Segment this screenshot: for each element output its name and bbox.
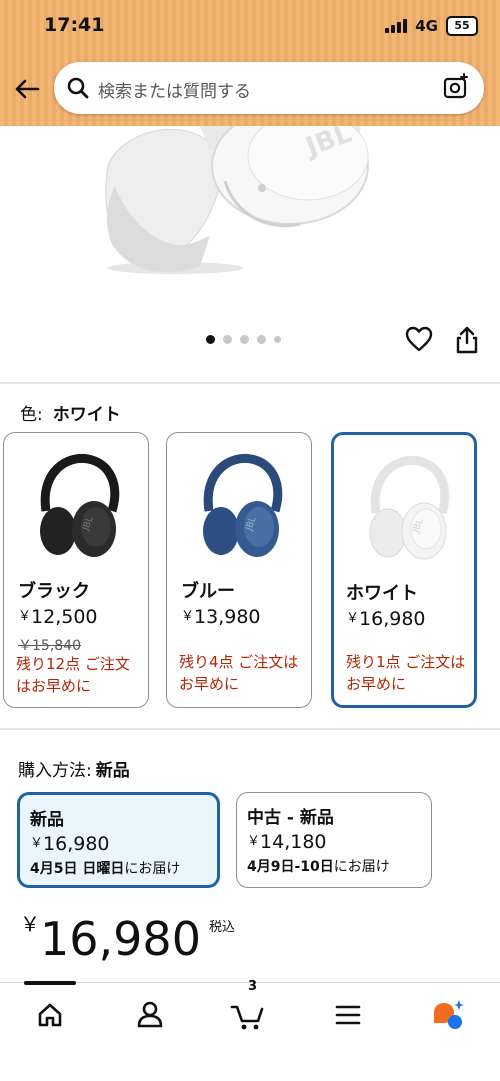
currency-symbol: ￥: [181, 609, 195, 624]
color-option-name: ブルー: [181, 581, 235, 602]
color-option-white[interactable]: JBL ホワイト ￥16,980 残り1点 ご注文はお早めに: [331, 432, 477, 708]
price-value: 16,980: [43, 833, 110, 855]
option-title: 新品: [30, 810, 64, 830]
carousel-dot: [274, 336, 281, 343]
currency-symbol: ￥: [30, 836, 44, 851]
tax-label: 税込: [208, 920, 235, 935]
camera-search-icon[interactable]: [442, 73, 470, 101]
option-price: ￥14,180: [247, 830, 327, 853]
cart-count: 3: [248, 979, 258, 994]
rufus-assistant-icon[interactable]: [428, 995, 468, 1035]
price-value: 16,980: [359, 608, 426, 630]
section-divider: [0, 728, 500, 730]
purchase-option-used[interactable]: 中古 - 新品 ￥14,180 4月9日-10日にお届け: [236, 792, 432, 888]
search-icon: [67, 77, 89, 99]
color-option-price: ￥12,500: [18, 605, 98, 628]
price-value: 13,980: [194, 606, 261, 628]
option-delivery: 4月5日 日曜日にお届け: [30, 858, 180, 878]
color-option-name: ブラック: [18, 581, 90, 602]
cart-icon[interactable]: [228, 995, 268, 1035]
delivery-date: 4月9日-10日: [247, 859, 334, 875]
active-tab-indicator: [24, 981, 76, 985]
share-icon[interactable]: [455, 326, 479, 354]
headphones-black-image: JBL: [40, 453, 120, 557]
delivery-suffix: にお届け: [333, 859, 390, 875]
currency-symbol: ￥: [20, 912, 40, 936]
currency-symbol: ￥: [346, 611, 360, 626]
purchase-method-label: 購入方法: 新品: [18, 756, 130, 781]
purchase-option-new[interactable]: 新品 ￥16,980 4月5日 日曜日にお届け: [17, 792, 220, 888]
color-option-name: ホワイト: [346, 583, 418, 604]
color-selected-value: ホワイト: [52, 405, 121, 425]
currency-symbol: ￥: [247, 834, 261, 849]
status-time: 17:41: [44, 14, 105, 36]
currency-symbol: ￥: [18, 609, 32, 624]
color-label: 色:: [20, 405, 43, 425]
search-input[interactable]: 検索または質問する: [54, 62, 484, 114]
carousel-dot: [257, 335, 266, 344]
battery-icon: 55: [446, 16, 478, 36]
color-option-price: ￥16,980: [346, 607, 426, 630]
option-price: ￥16,980: [30, 832, 110, 855]
carousel-indicator: [206, 335, 281, 344]
option-title: 中古 - 新品: [247, 808, 334, 828]
purchase-selected-value: 新品: [95, 761, 130, 781]
bottom-navigation: 3: [0, 979, 500, 1081]
stock-warning: 残り12点 ご注文はお早めに: [16, 655, 130, 695]
color-selector-label: 色: ホワイト: [20, 400, 121, 425]
stock-warning: 残り4点 ご注文はお早めに: [179, 653, 299, 693]
carousel-dot: [206, 335, 215, 344]
stock-warning: 残り1点 ご注文はお早めに: [346, 653, 466, 693]
option-delivery: 4月9日-10日にお届け: [247, 856, 390, 876]
product-price: ￥16,980 税込: [20, 908, 235, 966]
color-option-black[interactable]: JBL ブラック ￥12,500 ￥15,840 残り12点 ご注文はお早めに: [3, 432, 149, 708]
color-option-blue[interactable]: JBL ブルー ￥13,980 残り4点 ご注文はお早めに: [166, 432, 312, 708]
delivery-date: 4月5日 日曜日: [30, 861, 125, 877]
signal-icon: [385, 19, 408, 33]
purchase-label-text: 購入方法:: [18, 761, 92, 781]
status-indicators: 4G 55: [385, 16, 478, 36]
price-value: 12,500: [31, 606, 98, 628]
back-arrow-icon[interactable]: [12, 74, 42, 104]
list-price: ￥15,840: [18, 638, 81, 654]
color-option-price: ￥13,980: [181, 605, 261, 628]
heart-icon[interactable]: [405, 326, 433, 352]
menu-icon[interactable]: [328, 995, 368, 1035]
section-divider: [0, 382, 500, 384]
carousel-dot: [223, 335, 232, 344]
network-type: 4G: [415, 17, 438, 35]
headphones-white-thumb-image: JBL: [369, 455, 450, 560]
headphones-blue-image: JBL: [203, 453, 283, 557]
price-amount: 16,980: [40, 912, 201, 966]
search-placeholder: 検索または質問する: [98, 82, 251, 102]
delivery-suffix: にお届け: [124, 861, 181, 877]
home-icon[interactable]: [30, 995, 70, 1035]
price-value: 14,180: [260, 831, 327, 853]
carousel-dot: [240, 335, 249, 344]
account-icon[interactable]: [130, 995, 170, 1035]
